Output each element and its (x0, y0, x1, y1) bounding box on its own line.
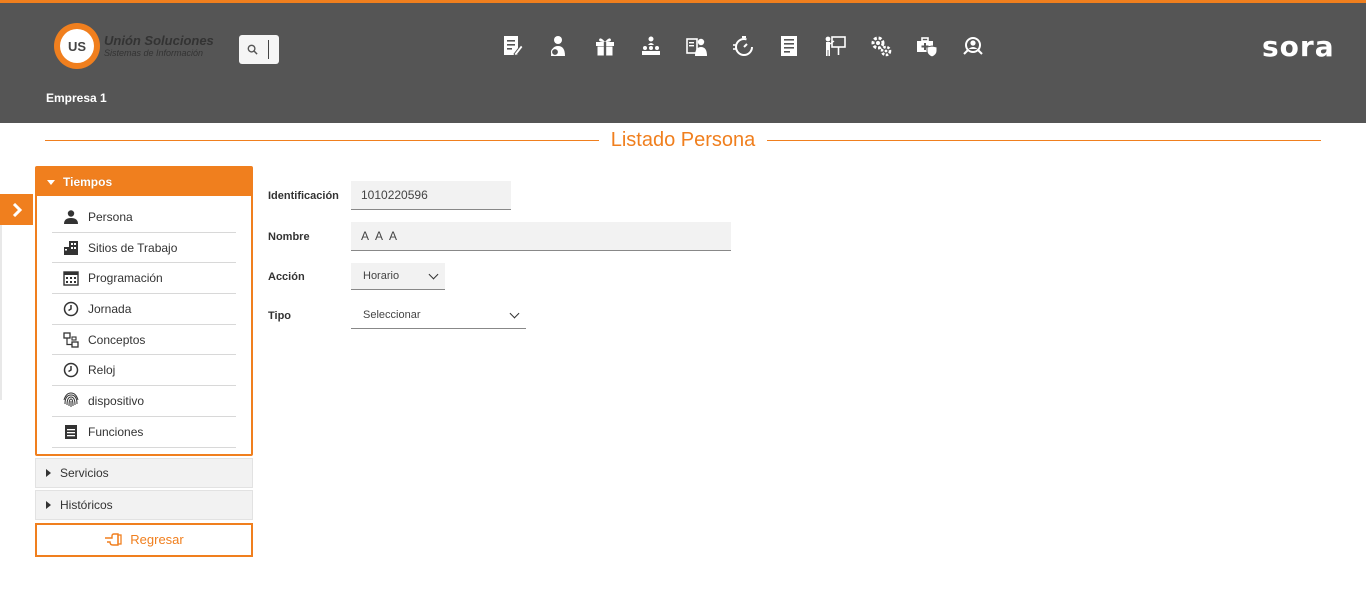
search-button[interactable] (239, 35, 279, 64)
back-button[interactable]: Regresar (35, 522, 253, 557)
fingerprint-icon (62, 392, 80, 410)
sidebar-item-label: Jornada (88, 301, 132, 316)
list-doc-icon (62, 423, 80, 441)
sidebar-item-label: Persona (88, 209, 133, 224)
accion-select[interactable]: Horario (351, 263, 445, 290)
section-tiempos: Tiempos Persona Sitios de Trabajo Progra… (35, 166, 253, 456)
brand-logo: sora (1262, 30, 1335, 63)
sidebar-item-funciones[interactable]: Funciones (52, 417, 236, 448)
sidebar-toggle-button[interactable] (0, 194, 33, 225)
section-historicos[interactable]: Históricos (35, 489, 253, 520)
sidebar-item-label: Funciones (88, 424, 144, 439)
title-divider-right (767, 139, 1322, 141)
logo-title: Unión Soluciones (104, 33, 214, 48)
caret-right-icon (46, 468, 51, 477)
calendar-icon (62, 269, 80, 287)
section-title: Tiempos (63, 175, 113, 189)
sidebar-item-label: Conceptos (88, 332, 146, 347)
page-title-bar: Listado Persona (45, 126, 1322, 154)
nombre-label: Nombre (268, 230, 310, 243)
sidebar-item-label: Sitios de Trabajo (88, 240, 178, 255)
report-list-icon[interactable] (766, 31, 812, 61)
user-money-icon[interactable] (536, 31, 582, 61)
sidebar-item-dispositivo[interactable]: dispositivo (52, 386, 236, 417)
search-icon (247, 44, 258, 55)
sidebar-item-reloj[interactable]: Reloj (52, 355, 236, 387)
stopwatch-icon[interactable] (720, 31, 766, 61)
caret-down-icon (47, 179, 55, 185)
sidebar-item-persona[interactable]: Persona (52, 202, 236, 233)
chevron-down-icon (509, 308, 520, 318)
user-search-icon[interactable] (950, 31, 996, 61)
clock-icon (62, 361, 80, 379)
chevron-down-icon (428, 269, 439, 279)
section-title: Servicios (60, 465, 109, 480)
sidebar-item-label: dispositivo (88, 393, 145, 408)
clock-icon (62, 300, 80, 318)
section-title: Históricos (60, 497, 113, 512)
building-icon (62, 239, 80, 257)
caret-right-icon (46, 500, 51, 509)
sidebar-menu: Tiempos Persona Sitios de Trabajo Progra… (35, 166, 253, 557)
sidebar-strip (0, 225, 2, 400)
hand-back-icon (105, 532, 122, 546)
back-button-label: Regresar (130, 532, 184, 547)
page-title: Listado Persona (610, 128, 756, 151)
user-id-icon[interactable] (674, 31, 720, 61)
gift-icon[interactable] (582, 31, 628, 61)
gears-icon[interactable] (858, 31, 904, 61)
document-edit-icon[interactable] (490, 31, 536, 61)
tipo-selected-value: Seleccionar (363, 309, 421, 321)
person-icon (62, 208, 80, 226)
app-header: US Unión Soluciones Sistemas de Informac… (0, 0, 1366, 123)
top-navigation (490, 31, 996, 61)
medical-case-icon[interactable] (904, 31, 950, 61)
company-logo[interactable]: US Unión Soluciones Sistemas de Informac… (54, 23, 214, 69)
org-chart-icon[interactable] (628, 31, 674, 61)
nombre-input[interactable]: A A A (351, 222, 731, 251)
presentation-icon[interactable] (812, 31, 858, 61)
identificacion-label: Identificación (268, 189, 339, 202)
sidebar-item-label: Reloj (88, 363, 116, 378)
tipo-label: Tipo (268, 309, 292, 322)
accion-selected-value: Horario (363, 270, 400, 282)
logo-badge: US (54, 23, 100, 69)
section-tiempos-header[interactable]: Tiempos (37, 168, 251, 196)
sidebar-item-programacion[interactable]: Programación (52, 263, 236, 295)
identificacion-input[interactable]: 1010220596 (351, 181, 511, 210)
section-servicios[interactable]: Servicios (35, 457, 253, 488)
title-divider-left (45, 139, 599, 141)
chevron-right-icon (12, 202, 22, 217)
tipo-select[interactable]: Seleccionar (351, 302, 526, 329)
sidebar-item-sitios-de-trabajo[interactable]: Sitios de Trabajo (52, 233, 236, 264)
flow-icon (62, 331, 80, 349)
accion-label: Acción (268, 270, 305, 283)
sidebar-item-label: Programación (88, 271, 163, 286)
company-name: Empresa 1 (46, 91, 107, 105)
logo-badge-text: US (60, 29, 94, 63)
sidebar-item-conceptos[interactable]: Conceptos (52, 325, 236, 356)
sidebar-item-jornada[interactable]: Jornada (52, 294, 236, 325)
logo-subtitle: Sistemas de Información (104, 48, 204, 58)
